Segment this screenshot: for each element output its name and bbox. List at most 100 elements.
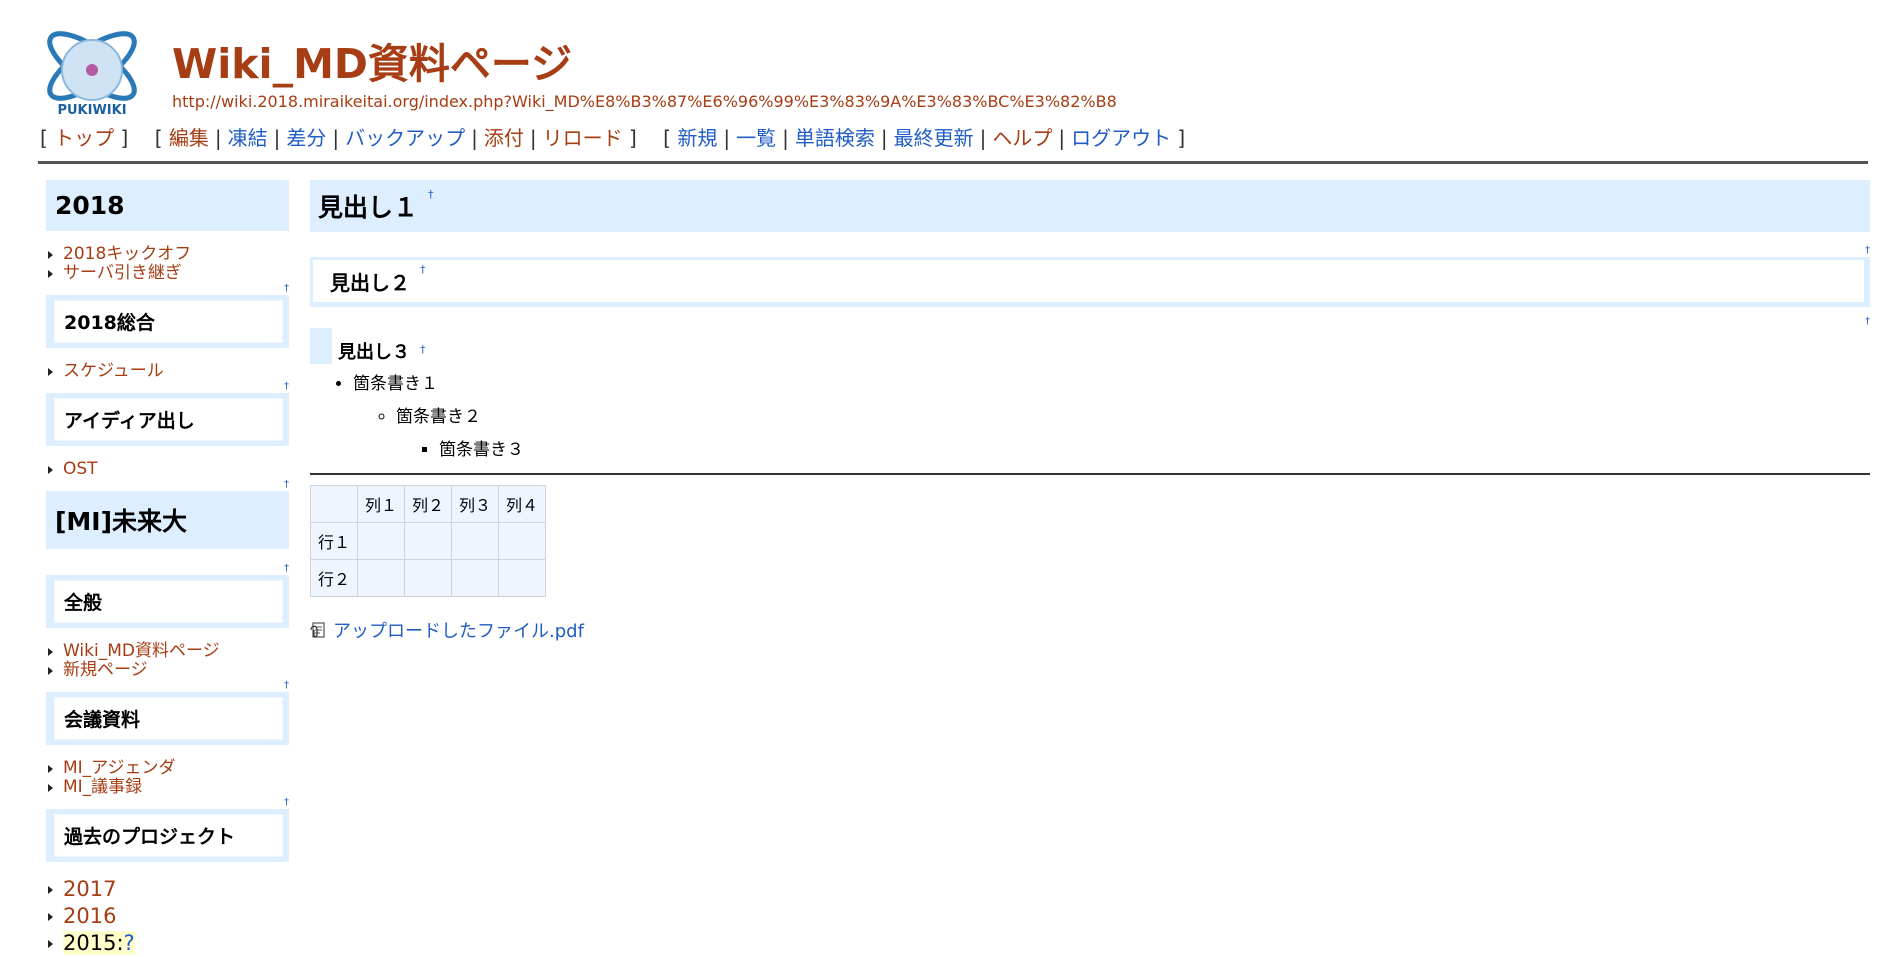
table-cell	[452, 523, 499, 559]
sidebar-heading-mi: [MI]未来大	[46, 491, 289, 549]
nav-diff-link[interactable]: 差分	[286, 126, 326, 150]
list-item: 箇条書き２ 箇条書き３	[396, 401, 1870, 467]
heading-3: 見出し３ †	[310, 328, 1870, 364]
attachment-link[interactable]: アップロードしたファイル.pdf	[310, 617, 1870, 643]
sidebar-heading-past-label: 過去のプロジェクト	[54, 814, 283, 857]
sidebar-list-all: Wiki_MD資料ページ 新規ページ	[46, 642, 289, 680]
sidebar-link-2017[interactable]: 2017	[48, 876, 289, 903]
nav-new-link[interactable]: 新規	[677, 126, 717, 150]
sidebar-heading-general: 2018総合	[46, 295, 289, 348]
content-divider	[310, 473, 1870, 475]
jump-to-top-link[interactable]: †	[310, 315, 1870, 328]
nav-freeze-link[interactable]: 凍結	[228, 126, 268, 150]
bullet-list: 箇条書き１ 箇条書き２ 箇条書き３	[310, 368, 1870, 467]
table-row: 行１	[311, 523, 546, 559]
main-content: 見出し１† † 見出し２† † 見出し３† 箇条書き１ 箇条書き２ 箇条書き３ …	[310, 180, 1870, 643]
sidebar-heading-all: 全般	[46, 575, 289, 628]
sidebar-link-server[interactable]: サーバ引き継ぎ	[48, 264, 289, 283]
sidebar-heading-all-label: 全般	[54, 580, 283, 623]
header: PUKIWIKI Wiki_MD資料ページ http://wiki.2018.m…	[38, 10, 1868, 128]
table-cell	[358, 560, 405, 596]
table-row-header: 行１	[311, 523, 357, 559]
heading-2-anchor-link[interactable]: †	[420, 263, 426, 276]
table-header-row: 列１ 列２ 列３ 列４	[311, 486, 546, 522]
sidebar-list-past: 2017 2016 2015:?	[46, 876, 289, 957]
nav-list-link[interactable]: 一覧	[736, 126, 776, 150]
sidebar-heading-meeting-label: 会議資料	[54, 697, 283, 740]
sidebar-link-2016[interactable]: 2016	[48, 903, 289, 930]
page-title[interactable]: Wiki_MD資料ページ	[172, 30, 572, 90]
nav-group-page: [ 編集 | 凍結 | 差分 | バックアップ | 添付 | リロード ]	[154, 126, 637, 150]
jump-to-top-link[interactable]: †	[46, 381, 289, 393]
nav-help-link[interactable]: ヘルプ	[992, 126, 1052, 150]
heading-2-label: 見出し２	[330, 270, 410, 295]
heading-3-label: 見出し３	[338, 342, 410, 363]
nav-logout-link[interactable]: ログアウト	[1071, 126, 1171, 150]
attachment-filename[interactable]: アップロードしたファイル.pdf	[333, 617, 584, 643]
table-header-cell: 列１	[358, 486, 405, 522]
jump-to-top-link[interactable]: †	[46, 797, 289, 809]
table-header-cell: 列４	[499, 486, 546, 522]
sidebar-heading-idea: アイディア出し	[46, 393, 289, 446]
sidebar: 2018 2018キックオフ サーバ引き継ぎ † 2018総合 スケジュール †…	[46, 180, 289, 957]
table-row-header: 行２	[311, 560, 357, 596]
table-row: 行２	[311, 560, 546, 596]
table-cell	[499, 523, 546, 559]
table-cell	[452, 560, 499, 596]
nav-group-top: [ トップ ]	[40, 126, 129, 150]
svg-text:PUKIWIKI: PUKIWIKI	[57, 103, 126, 118]
sidebar-list-2018: 2018キックオフ サーバ引き継ぎ	[46, 245, 289, 283]
page-url[interactable]: http://wiki.2018.miraikeitai.org/index.p…	[172, 92, 1117, 111]
attachment-file-icon	[310, 622, 325, 638]
nav-search-link[interactable]: 単語検索	[795, 126, 875, 150]
sidebar-item-2015: 2015:?	[48, 930, 289, 957]
heading-2: 見出し２ †	[310, 257, 1870, 307]
sidebar-list-general: スケジュール	[46, 362, 289, 381]
sidebar-link-agenda[interactable]: MI_アジェンダ	[48, 759, 289, 778]
nav-backup-link[interactable]: バックアップ	[345, 126, 465, 150]
sidebar-heading-past: 過去のプロジェクト	[46, 809, 289, 862]
table-header-cell: 列３	[452, 486, 499, 522]
table-cell	[499, 560, 546, 596]
nav-recent-link[interactable]: 最終更新	[894, 126, 974, 150]
jump-to-top-link[interactable]: †	[46, 680, 289, 692]
nav-attach-link[interactable]: 添付	[484, 126, 524, 150]
nav-top-link[interactable]: トップ	[54, 126, 114, 150]
heading-3-anchor-link[interactable]: †	[420, 343, 426, 356]
pukiwiki-logo[interactable]: PUKIWIKI	[38, 14, 146, 118]
sidebar-link-minutes[interactable]: MI_議事録	[48, 778, 289, 797]
sidebar-heading-general-label: 2018総合	[54, 300, 283, 343]
sidebar-link-ost[interactable]: OST	[48, 460, 289, 479]
sidebar-link-schedule[interactable]: スケジュール	[48, 362, 289, 381]
jump-to-top-link[interactable]: †	[310, 244, 1870, 257]
jump-to-top-link[interactable]: †	[46, 283, 289, 295]
jump-to-top-link[interactable]: †	[46, 563, 289, 575]
table-header-cell: 列２	[405, 486, 452, 522]
table-header-cell	[311, 486, 357, 522]
list-item: 箇条書き１ 箇条書き２ 箇条書き３	[353, 368, 1870, 467]
nav-group-site: [ 新規 | 一覧 | 単語検索 | 最終更新 | ヘルプ | ログアウト ]	[663, 126, 1186, 150]
nav-edit-link[interactable]: 編集	[169, 126, 209, 150]
header-divider	[38, 161, 1868, 164]
heading-1-label: 見出し１	[318, 193, 419, 222]
heading-1: 見出し１ †	[310, 180, 1870, 232]
sidebar-heading-2018: 2018	[46, 180, 289, 231]
sidebar-item-2015-label: 2015	[63, 931, 117, 955]
sidebar-link-kickoff[interactable]: 2018キックオフ	[48, 245, 289, 264]
sidebar-heading-idea-label: アイディア出し	[54, 398, 283, 441]
navbar: [ トップ ] [ 編集 | 凍結 | 差分 | バックアップ | 添付 | リロード ] [ 新規…	[40, 122, 1185, 151]
sidebar-link-wiki-md[interactable]: Wiki_MD資料ページ	[48, 642, 289, 661]
table-cell	[405, 560, 452, 596]
sidebar-heading-meeting: 会議資料	[46, 692, 289, 745]
table-cell	[405, 523, 452, 559]
data-table: 列１ 列２ 列３ 列４ 行１ 行２	[310, 485, 547, 597]
list-item: 箇条書き３	[439, 434, 1870, 467]
table-cell	[358, 523, 405, 559]
sidebar-list-meeting: MI_アジェンダ MI_議事録	[46, 759, 289, 797]
heading-1-anchor-link[interactable]: †	[428, 188, 434, 201]
nav-reload-link[interactable]: リロード	[543, 126, 623, 150]
jump-to-top-link[interactable]: †	[46, 479, 289, 491]
sidebar-link-2015-create[interactable]: ?	[123, 931, 135, 955]
sidebar-list-idea: OST	[46, 460, 289, 479]
sidebar-link-new-page[interactable]: 新規ページ	[48, 661, 289, 680]
